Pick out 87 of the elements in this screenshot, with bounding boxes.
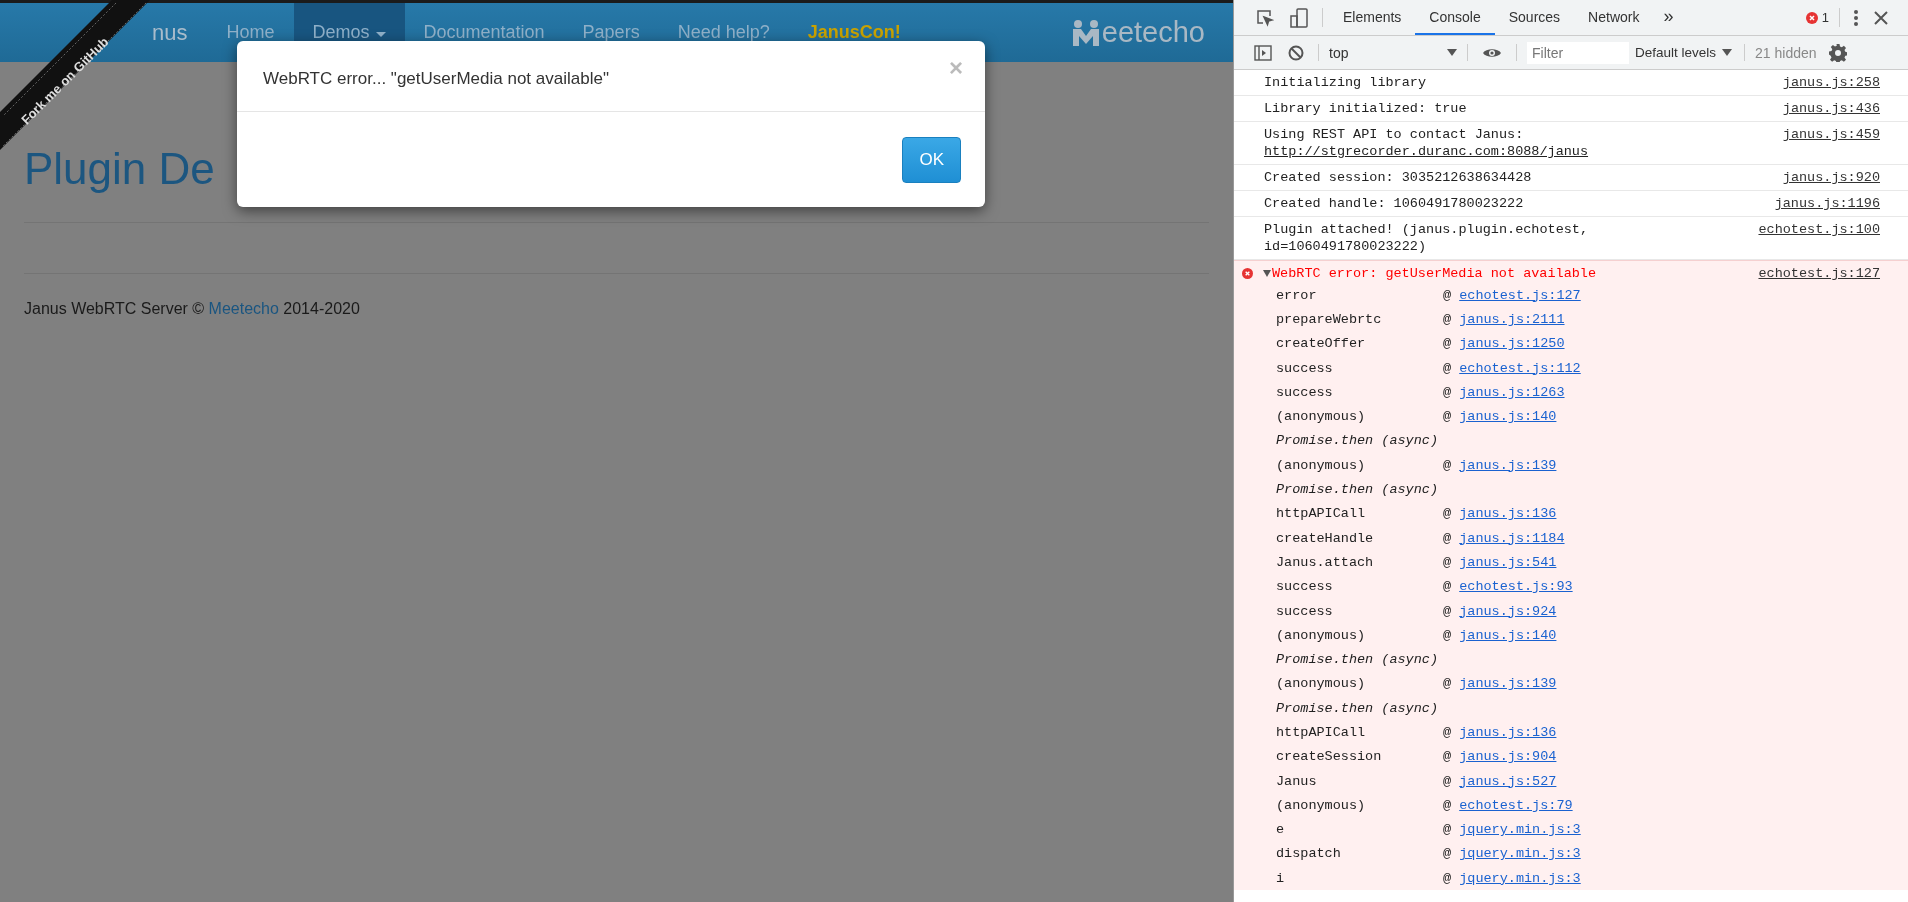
modal-message: WebRTC error... "getUserMedia not available" <box>263 69 609 89</box>
stack-source-link[interactable]: @ janus.js:1263 <box>1443 383 1565 401</box>
stack-function: success <box>1276 602 1334 620</box>
stack-source-link[interactable]: @ echotest.js:93 <box>1443 578 1573 596</box>
stack-source-link[interactable]: @ jquery.min.js:3 <box>1443 821 1581 839</box>
console-message: Initializing library <box>1264 74 1427 91</box>
stack-source-link[interactable]: @ jquery.min.js:3 <box>1443 869 1581 887</box>
stack-function: (anonymous) <box>1276 408 1367 426</box>
url-link[interactable]: http://stgrecorder.duranc.com:8088/janus <box>1264 143 1589 160</box>
hidden-count: 21 hidden <box>1755 44 1817 61</box>
context-select[interactable]: top <box>1325 44 1461 61</box>
filter-field[interactable]: Filter <box>1527 41 1629 64</box>
devtools-tab[interactable]: Sources <box>1494 0 1575 35</box>
footer-text: Janus WebRTC Server © Meetecho 2014-2020 <box>24 300 361 318</box>
source-link[interactable]: janus.js:920 <box>1782 169 1880 186</box>
levels-dropdown[interactable]: Default levels <box>1629 45 1739 60</box>
stack-source-link[interactable]: @ janus.js:140 <box>1443 626 1557 644</box>
inspect-icon[interactable] <box>1256 8 1274 27</box>
async-marker: Promise.then (async) <box>1276 651 1439 669</box>
stack-source-link[interactable]: @ janus.js:1184 <box>1443 529 1565 547</box>
console-message: Created handle: 1060491780023222 <box>1264 195 1524 212</box>
stack-function: success <box>1276 578 1334 596</box>
console-message: Using REST API to contact Janus: <box>1264 126 1524 143</box>
stack-function: createHandle <box>1276 529 1375 547</box>
source-link[interactable]: janus.js:436 <box>1782 100 1880 117</box>
stack-function: httpAPICall <box>1276 724 1367 741</box>
close-icon[interactable] <box>1874 10 1888 25</box>
clear-console-icon[interactable] <box>1288 44 1304 61</box>
stack-function: createSession <box>1276 748 1383 766</box>
stack-source-link[interactable]: @ echotest.js:112 <box>1443 359 1581 377</box>
stack-source-link[interactable]: @ janus.js:527 <box>1443 772 1557 790</box>
device-icon[interactable] <box>1290 7 1308 28</box>
stack-source-link[interactable]: @ janus.js:136 <box>1443 505 1557 523</box>
stack-function: Janus <box>1276 772 1318 790</box>
settings-icon[interactable] <box>1828 43 1847 62</box>
stack-source-link[interactable]: @ jquery.min.js:3 <box>1443 845 1581 863</box>
stack-source-link[interactable]: @ janus.js:541 <box>1443 553 1557 571</box>
stack-source-link[interactable]: @ janus.js:136 <box>1443 724 1557 741</box>
stack-function: (anonymous) <box>1276 675 1367 693</box>
stack-function: i <box>1276 869 1286 887</box>
caret-icon <box>375 31 386 37</box>
source-link[interactable]: janus.js:459 <box>1782 126 1880 160</box>
source-link[interactable]: janus.js:258 <box>1782 74 1880 91</box>
more-tabs-button[interactable]: » <box>1653 0 1684 35</box>
stack-function: Janus.attach <box>1276 553 1375 571</box>
async-marker: Promise.then (async) <box>1276 699 1439 717</box>
stack-source-link[interactable]: @ janus.js:924 <box>1443 602 1557 620</box>
more-options-icon[interactable] <box>1854 9 1858 26</box>
logo-icon <box>1070 19 1101 46</box>
console-message: Plugin attached! (janus.plugin.echotest, id=1060491780023222) <box>1264 221 1590 255</box>
logo-text: eetecho <box>1101 16 1205 49</box>
stack-function: success <box>1276 383 1334 401</box>
source-link[interactable]: echotest.js:100 <box>1758 221 1880 255</box>
async-marker: Promise.then (async) <box>1276 432 1439 450</box>
stack-source-link[interactable]: @ janus.js:2111 <box>1443 310 1565 328</box>
error-count[interactable]: 1 <box>1821 10 1829 25</box>
console-message: Library initialized: true <box>1264 100 1467 117</box>
error-message: WebRTC error: getUserMedia not available <box>1272 265 1598 282</box>
stack-function: prepareWebrtc <box>1276 310 1383 328</box>
source-link[interactable]: echotest.js:127 <box>1758 265 1880 282</box>
stack-source-link[interactable]: @ echotest.js:127 <box>1443 286 1581 304</box>
stack-source-link[interactable]: @ janus.js:904 <box>1443 748 1557 766</box>
eye-icon[interactable] <box>1482 46 1502 59</box>
stack-source-link[interactable]: @ janus.js:139 <box>1443 456 1557 474</box>
stack-function: e <box>1276 821 1286 839</box>
source-link[interactable]: janus.js:1196 <box>1774 195 1880 212</box>
stack-function: httpAPICall <box>1276 505 1367 523</box>
stack-source-link[interactable]: @ janus.js:139 <box>1443 675 1557 693</box>
devtools-tab[interactable]: Elements <box>1329 0 1416 35</box>
sidebar-toggle-icon[interactable] <box>1254 44 1272 61</box>
devtools-tab[interactable]: Network <box>1574 0 1654 35</box>
error-icon <box>1242 268 1253 279</box>
stack-function: (anonymous) <box>1276 626 1367 644</box>
stack-source-link[interactable]: @ janus.js:1250 <box>1443 335 1565 353</box>
console-message: Created session: 3035212638634428 <box>1264 169 1532 186</box>
dropdown-icon <box>1447 49 1457 56</box>
stack-source-link[interactable]: @ janus.js:140 <box>1443 408 1557 426</box>
stack-function: (anonymous) <box>1276 456 1367 474</box>
disclosure-icon[interactable] <box>1263 270 1271 277</box>
async-marker: Promise.then (async) <box>1276 481 1439 498</box>
stack-function: createOffer <box>1276 335 1367 353</box>
error-icon <box>1805 11 1818 24</box>
stack-function: (anonymous) <box>1276 796 1367 814</box>
stack-source-link[interactable]: @ echotest.js:79 <box>1443 796 1573 814</box>
stack-function: error <box>1276 286 1318 304</box>
stack-function: dispatch <box>1276 845 1342 863</box>
stack-function: success <box>1276 359 1334 377</box>
